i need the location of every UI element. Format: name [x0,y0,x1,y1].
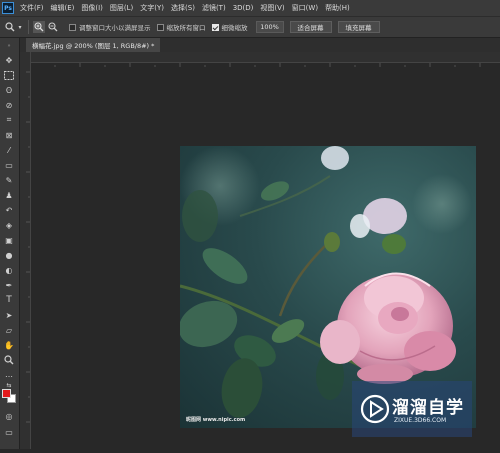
vertical-ruler-ticks [26,71,30,423]
pen-tool-icon[interactable]: ✒ [2,279,16,291]
move-tool-icon[interactable]: ✥ [2,54,16,66]
type-tool-icon[interactable]: T [2,294,16,306]
marquee-tool-icon[interactable] [2,69,16,81]
hand-tool-icon[interactable]: ✋ [2,339,16,351]
play-logo-icon [360,394,390,424]
document-tab-bar: 横幅花.jpg @ 200% (图层 1, RGB/8#) * [20,38,500,52]
foreground-color-swatch[interactable] [2,389,11,398]
menu-view[interactable]: 视图(V) [260,3,284,13]
clone-stamp-tool-icon[interactable]: ♟ [2,189,16,201]
watermark-title: 溜溜自学 [392,398,464,418]
menu-bar: Ps 文件(F) 编辑(E) 图像(I) 图层(L) 文字(Y) 选择(S) 滤… [0,0,500,16]
frame-tool-icon[interactable]: ⊠ [2,129,16,141]
horizontal-ruler [29,52,500,67]
document-tab[interactable]: 横幅花.jpg @ 200% (图层 1, RGB/8#) * [26,38,161,52]
dodge-tool-icon[interactable]: ◐ [2,264,16,276]
zoom-in-icon[interactable] [33,21,45,33]
zoom-all-windows-checkbox[interactable] [156,23,164,31]
gradient-tool-icon[interactable]: ▣ [2,234,16,246]
watermark-subtitle: ZIXUE.3D66.COM [394,417,447,424]
screen-mode-icon[interactable]: ▭ [2,426,16,438]
vertical-ruler [20,52,31,449]
brush-tool-icon[interactable]: ✎ [2,174,16,186]
menu-file[interactable]: 文件(F) [20,3,44,13]
path-selection-tool-icon[interactable]: ➤ [2,309,16,321]
resize-windows-checkbox[interactable] [69,23,76,31]
horizontal-ruler-ticks [29,63,481,67]
zoom-tool-icon[interactable] [4,21,16,33]
eyedropper-tool-icon[interactable]: ⁄ [2,144,16,156]
divider [28,20,29,34]
tools-panel: » ✥ ʘ ⊘ ⌗ ⊠ ⁄ ▭ ✎ ♟ ↶ ◈ ▣ ● ◐ ✒ T ➤ ▱ ✋ … [0,38,20,449]
scrubby-zoom-label: 细微缩放 [221,24,248,32]
menu-filter[interactable]: 滤镜(T) [202,3,226,13]
photoshop-logo-icon: Ps [2,2,14,14]
menu-select[interactable]: 选择(S) [171,3,195,13]
menu-layer[interactable]: 图层(L) [110,3,133,13]
watermark-badge: 溜溜自学 ZIXUE.3D66.COM [352,381,472,437]
menu-help[interactable]: 帮助(H) [325,3,350,13]
resize-windows-label: 调整窗口大小以满屏显示 [79,24,151,32]
menu-edit[interactable]: 编辑(E) [51,3,75,13]
fit-screen-button[interactable]: 适合屏幕 [289,21,332,33]
menu-image[interactable]: 图像(I) [81,3,103,13]
scrubby-zoom-checkbox[interactable] [211,23,219,31]
options-bar: ▾ 调整窗口大小以满屏显示 缩放所有窗口 细微缩放 100% 适合屏幕 填充屏幕 [0,16,500,38]
quick-selection-tool-icon[interactable]: ⊘ [2,99,16,111]
fill-screen-button[interactable]: 填充屏幕 [337,21,380,33]
history-brush-tool-icon[interactable]: ↶ [2,204,16,216]
tool-preset-chevron-down-icon[interactable]: ▾ [16,21,24,33]
panel-collapse-icon[interactable]: » [2,40,16,52]
crop-tool-icon[interactable]: ⌗ [2,114,16,126]
healing-brush-tool-icon[interactable]: ▭ [2,159,16,171]
menu-window[interactable]: 窗口(W) [292,3,318,13]
image-caption: 昵图网 www.nipic.com [186,417,246,423]
lasso-tool-icon[interactable]: ʘ [2,84,16,96]
menu-3d[interactable]: 3D(D) [233,4,254,12]
zoom-percent-field[interactable]: 100% [255,21,284,33]
menu-type[interactable]: 文字(Y) [140,3,164,13]
quick-mask-icon[interactable]: ◎ [2,410,16,422]
zoom-all-windows-label: 缩放所有窗口 [166,24,206,32]
shape-tool-icon[interactable]: ▱ [2,324,16,336]
zoom-out-icon[interactable] [47,21,59,33]
eraser-tool-icon[interactable]: ◈ [2,219,16,231]
blur-tool-icon[interactable]: ● [2,249,16,261]
zoom-tool-panel-icon[interactable] [2,354,16,366]
